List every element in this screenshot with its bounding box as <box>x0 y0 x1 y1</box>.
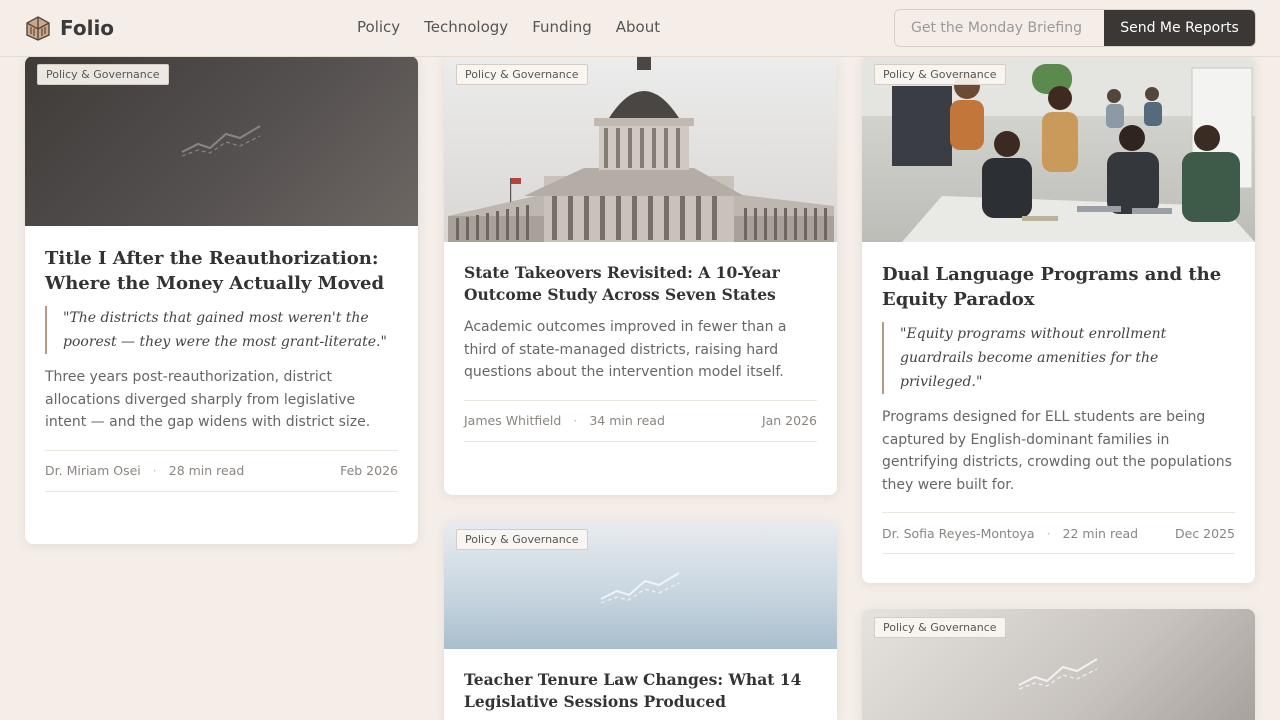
category-tag[interactable]: Policy & Governance <box>874 617 1006 638</box>
article-card[interactable]: Policy & Governance Teacher Tenure Law C… <box>444 521 837 720</box>
category-tag[interactable]: Policy & Governance <box>456 529 588 550</box>
pull-quote: "Equity programs without enrollment guar… <box>882 322 1235 394</box>
site-header: Folio Policy Technology Funding About Se… <box>0 0 1280 57</box>
publish-date: Feb 2026 <box>340 463 398 478</box>
article-title[interactable]: Teacher Tenure Law Changes: What 14 Legi… <box>464 669 817 713</box>
article-title[interactable]: Title I After the Reauthorization: Where… <box>45 246 398 296</box>
trend-line-icon <box>1018 658 1098 690</box>
author-name[interactable]: Dr. Sofia Reyes-Montoya <box>882 526 1035 541</box>
article-summary: Academic outcomes improved in fewer than… <box>464 319 787 380</box>
meta-separator: · <box>152 463 157 478</box>
category-tag[interactable]: Policy & Governance <box>456 64 588 85</box>
article-card[interactable]: Policy & Governance Dual Language Progra… <box>862 56 1255 583</box>
article-image: Policy & Governance <box>444 56 837 242</box>
read-time: 28 min read <box>168 463 245 478</box>
article-image: Policy & Governance <box>862 609 1255 720</box>
category-tag[interactable]: Policy & Governance <box>37 64 169 85</box>
read-time: 34 min read <box>589 413 665 428</box>
meta-separator: · <box>1046 525 1051 541</box>
article-title[interactable]: Dual Language Programs and the Equity Pa… <box>882 262 1235 312</box>
article-image: Policy & Governance <box>862 56 1255 242</box>
publish-date: Dec 2025 <box>1175 525 1235 541</box>
nav-funding[interactable]: Funding <box>532 18 592 36</box>
article-summary: Programs designed for ELL students are b… <box>882 409 1232 493</box>
article-title[interactable]: State Takeovers Revisited: A 10-Year Out… <box>464 262 817 306</box>
article-image: Policy & Governance <box>25 56 418 226</box>
brand[interactable]: Folio <box>24 14 114 42</box>
send-reports-button[interactable]: Send Me Reports <box>1104 10 1255 46</box>
article-card[interactable]: Policy & Governance State Takeovers Revi… <box>444 56 837 495</box>
article-meta: Dr. Miriam Osei · 28 min read Feb 2026 <box>45 449 398 492</box>
meta-separator: · <box>573 413 578 428</box>
article-card[interactable]: Policy & Governance Title I After the Re… <box>25 56 418 544</box>
trend-line-icon <box>600 572 680 604</box>
category-tag[interactable]: Policy & Governance <box>874 64 1006 85</box>
nav-about[interactable]: About <box>616 18 660 36</box>
author-name[interactable]: Dr. Miriam Osei <box>45 463 141 478</box>
article-card[interactable]: Policy & Governance <box>862 609 1255 720</box>
publish-date: Jan 2026 <box>761 413 817 428</box>
briefing-signup: Send Me Reports <box>894 9 1256 47</box>
read-time: 22 min read <box>1062 525 1139 541</box>
nav-technology[interactable]: Technology <box>424 18 508 36</box>
author-name[interactable]: James Whitfield <box>464 413 561 428</box>
brand-name: Folio <box>60 16 115 40</box>
trend-line-icon <box>181 125 261 157</box>
briefing-email-input[interactable] <box>895 10 1104 46</box>
pull-quote: "The districts that gained most weren't … <box>45 306 398 354</box>
article-summary: Three years post-reauthorization, distri… <box>45 369 371 430</box>
article-meta: Dr. Sofia Reyes-Montoya · 22 min read De… <box>882 512 1235 554</box>
article-meta: James Whitfield · 34 min read Jan 2026 <box>464 399 817 442</box>
main-nav: Policy Technology Funding About <box>357 18 660 36</box>
article-image: Policy & Governance <box>444 521 837 649</box>
folio-logo-icon <box>26 16 50 41</box>
nav-policy[interactable]: Policy <box>357 18 400 36</box>
